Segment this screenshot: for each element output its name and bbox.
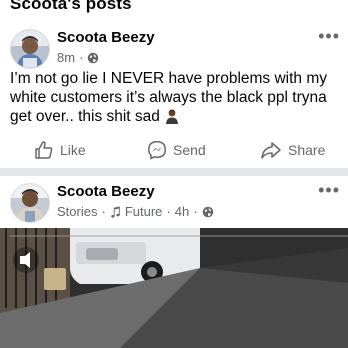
story-video-thumbnail[interactable] [0, 228, 348, 348]
person-emoji-icon [166, 109, 179, 124]
globe-icon [88, 52, 99, 63]
meta-separator: · [79, 50, 84, 65]
send-label: Send [173, 142, 206, 158]
post-time[interactable]: 8m [57, 50, 75, 65]
share-button[interactable]: Share [260, 140, 325, 160]
share-label: Share [288, 142, 326, 158]
post-actions: Like Send Share [0, 136, 348, 166]
globe-icon [202, 206, 213, 217]
post-2-header: Scoota Beezy Stories · Future · 4h · ••• [10, 181, 340, 227]
post-author-name[interactable]: Scoota Beezy [57, 29, 155, 46]
author-avatar[interactable] [10, 29, 50, 69]
post-meta: Stories · Future · 4h · [57, 204, 214, 219]
music-title[interactable]: Future [125, 204, 163, 219]
section-title: Scoota's posts [10, 0, 132, 13]
thumbs-up-icon [35, 141, 53, 159]
more-options-icon[interactable]: ••• [318, 27, 340, 45]
messenger-icon [148, 141, 166, 160]
post-1-header: Scoota Beezy 8m · ••• [10, 27, 340, 73]
story-source[interactable]: Stories [57, 204, 97, 219]
meta-separator: · [101, 204, 106, 219]
post-divider [0, 168, 348, 176]
like-button[interactable]: Like [34, 140, 86, 160]
post-time[interactable]: 4h [175, 204, 189, 219]
more-options-icon[interactable]: ••• [318, 181, 340, 199]
like-label: Like [60, 142, 86, 158]
meta-separator: · [166, 204, 171, 219]
post-meta: 8m · [57, 50, 99, 65]
post-author-name[interactable]: Scoota Beezy [57, 183, 155, 200]
meta-separator: · [193, 204, 198, 219]
send-button[interactable]: Send [147, 140, 206, 160]
author-avatar[interactable] [10, 183, 50, 223]
post-text: I’m not go lie I NEVER have problems wit… [10, 69, 340, 126]
music-note-icon [111, 205, 120, 218]
share-arrow-icon [261, 142, 281, 159]
